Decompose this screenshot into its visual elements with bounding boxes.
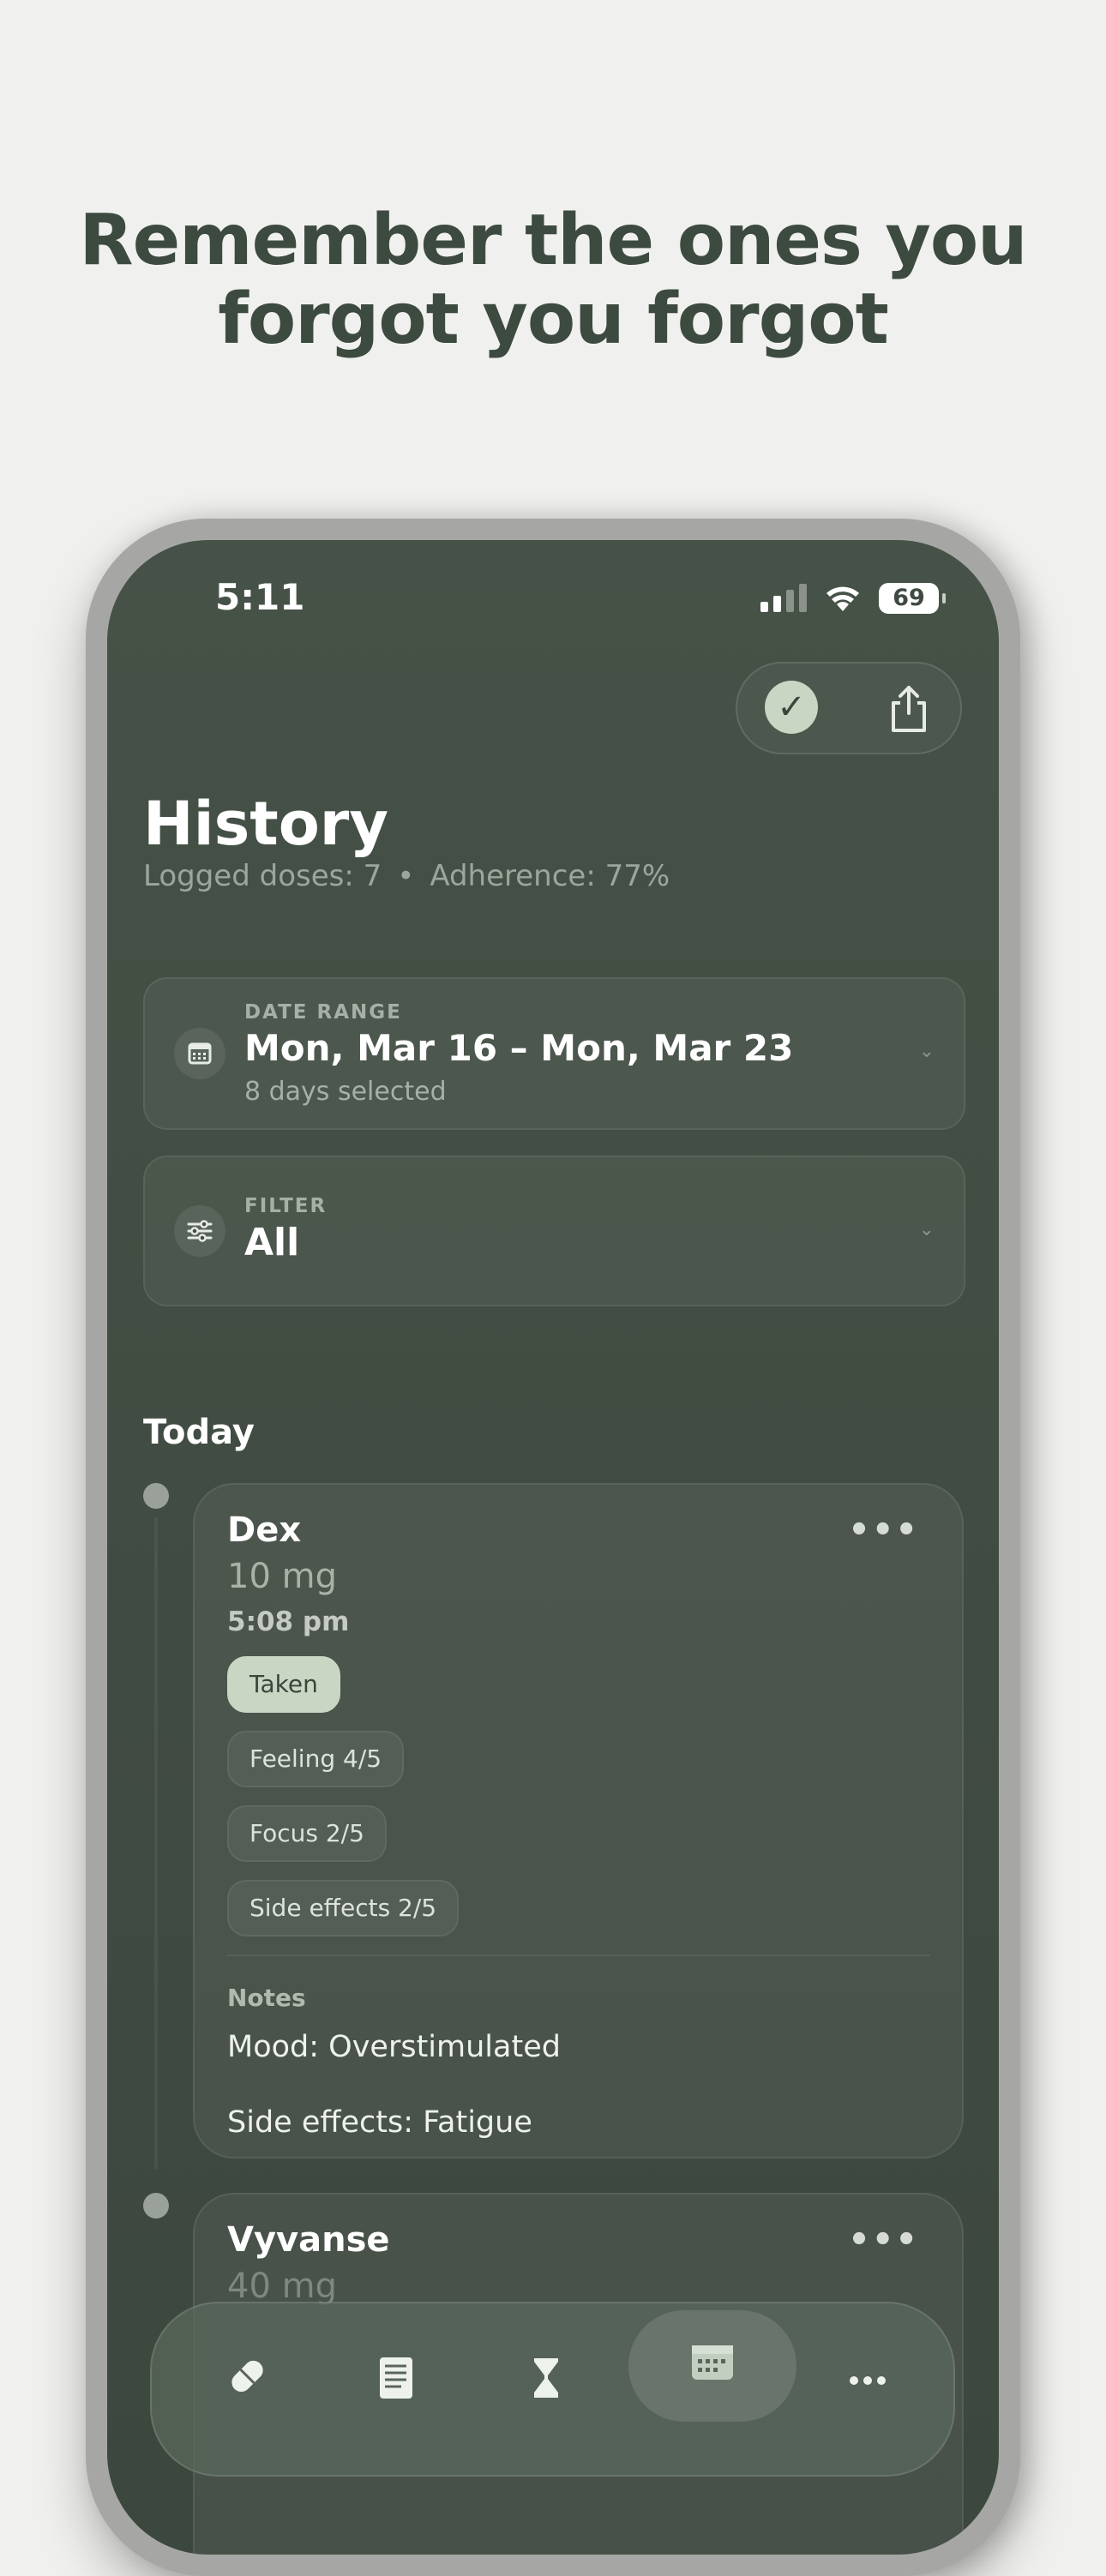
dose-amount: 40 mg <box>227 2267 337 2306</box>
dose-name: Dex <box>227 1510 302 1550</box>
timeline-dot <box>143 2193 169 2219</box>
logged-doses-count: Logged doses: 7 <box>143 859 382 893</box>
filter-label: FILTER <box>244 1195 328 1217</box>
hourglass-icon[interactable] <box>503 2338 589 2423</box>
tab-history[interactable] <box>628 2310 796 2422</box>
dose-time: 5:08 pm <box>227 1606 350 1637</box>
dose-card-dex[interactable]: Dex ••• 10 mg 5:08 pm Taken Feeling 4/5 … <box>193 1483 964 2159</box>
dose-name: Vyvanse <box>227 2220 390 2260</box>
summary-separator: • <box>397 859 415 893</box>
feeling-chip: Feeling 4/5 <box>227 1731 405 1787</box>
more-icon[interactable]: ••• <box>848 2220 919 2260</box>
timeline-line <box>154 1517 158 2169</box>
chevron-down-icon: ⌄ <box>918 1219 935 1240</box>
header-actions: ✓ <box>736 662 962 754</box>
side-effects-chip: Side effects 2/5 <box>227 1880 460 1937</box>
history-summary: Logged doses: 7 • Adherence: 77% <box>143 859 670 893</box>
filter-value: All <box>244 1221 300 1264</box>
sliders-icon <box>174 1205 225 1257</box>
notes-divider <box>227 1955 930 1956</box>
checkmark-icon[interactable]: ✓ <box>765 681 818 734</box>
tab-bar <box>150 2302 955 2477</box>
calendar-icon <box>692 2345 733 2380</box>
notes-label: Notes <box>227 1984 306 2012</box>
date-range-selector[interactable]: DATE RANGE Mon, Mar 16 – Mon, Mar 23 8 d… <box>143 977 965 1130</box>
filter-selector[interactable]: FILTER All ⌄ <box>143 1156 965 1306</box>
status-badge: Taken <box>227 1656 340 1713</box>
timeline-dot <box>143 1483 169 1509</box>
date-range-label: DATE RANGE <box>244 1001 402 1024</box>
focus-chip: Focus 2/5 <box>227 1805 387 1862</box>
calendar-icon <box>174 1028 225 1079</box>
cellular-signal-icon <box>760 584 807 612</box>
headline-line-1: Remember the ones you <box>79 200 1027 281</box>
pill-icon[interactable] <box>207 2338 293 2423</box>
status-icons: 69 <box>760 583 946 614</box>
phone-screen: 5:11 69 ✓ History Logged doses: 7 • Adhere… <box>107 540 999 2555</box>
marketing-headline: Remember the ones you forgot you forgot <box>0 201 1106 359</box>
headline-line-2: forgot you forgot <box>218 279 889 360</box>
adherence-rate: Adherence: 77% <box>430 859 670 893</box>
date-range-value: Mon, Mar 16 – Mon, Mar 23 <box>244 1027 794 1069</box>
wifi-icon <box>826 586 859 611</box>
share-icon[interactable] <box>885 682 933 734</box>
journal-icon[interactable] <box>353 2338 439 2423</box>
dose-amount: 10 mg <box>227 1557 337 1596</box>
more-icon[interactable] <box>825 2338 911 2423</box>
note-side-effects: Side effects: Fatigue <box>227 2105 532 2140</box>
status-time: 5:11 <box>215 576 305 618</box>
date-range-sub: 8 days selected <box>244 1077 447 1107</box>
section-heading-today: Today <box>143 1413 255 1452</box>
more-icon[interactable]: ••• <box>848 1510 919 1550</box>
page-title: History <box>143 789 388 859</box>
chevron-down-icon: ⌄ <box>918 1041 935 1062</box>
note-mood: Mood: Overstimulated <box>227 2030 561 2064</box>
battery-icon: 69 <box>879 583 946 614</box>
